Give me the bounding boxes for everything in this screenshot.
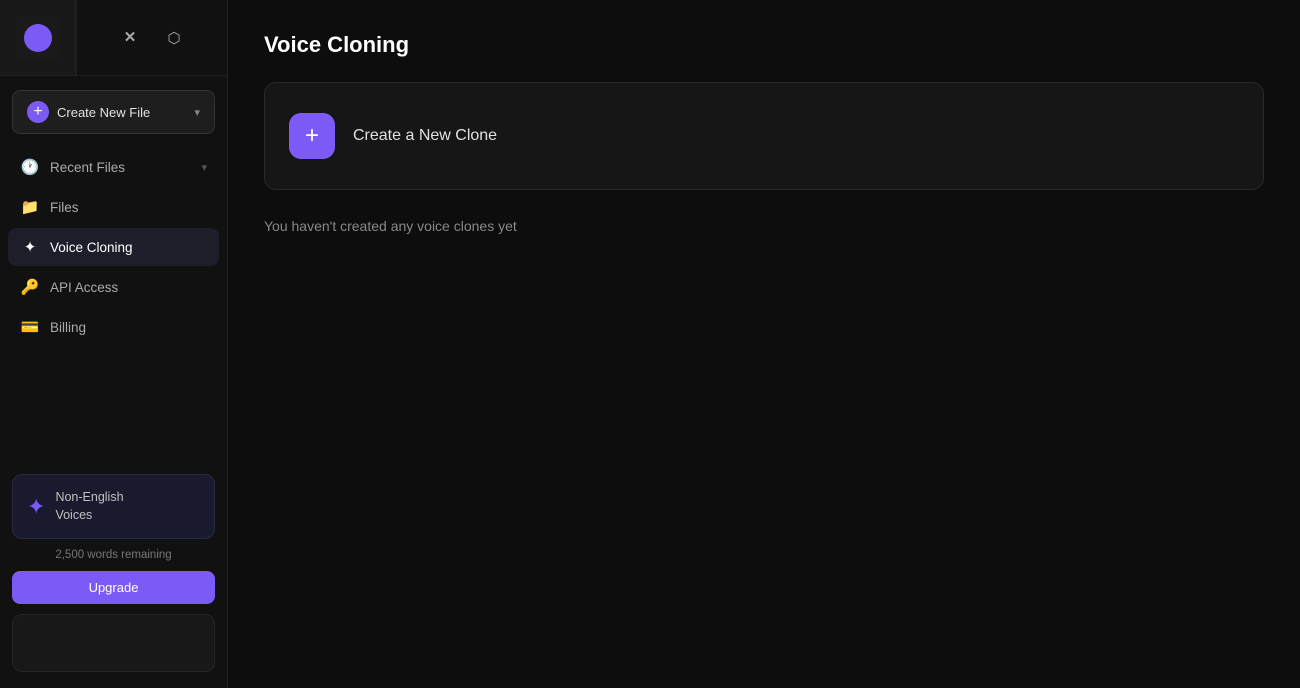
discord-icon: ⬡: [167, 29, 180, 47]
sidebar-item-recent-files[interactable]: 🕐 Recent Files ▾: [8, 148, 219, 186]
discord-button[interactable]: ⬡: [158, 22, 190, 54]
create-button-label: Create New File: [57, 105, 186, 120]
recent-files-label: Recent Files: [50, 160, 191, 175]
app-logo: [0, 0, 76, 76]
logo-inner: [24, 24, 52, 52]
non-english-voices-card[interactable]: ✦ Non-English Voices: [12, 474, 215, 539]
user-card[interactable]: [12, 614, 215, 672]
create-clone-card[interactable]: + Create a New Clone: [264, 82, 1264, 190]
api-access-label: API Access: [50, 280, 207, 295]
twitter-x-icon: ✕: [120, 28, 140, 48]
sidebar-top: ✕ ⬡: [0, 0, 227, 76]
words-remaining-label: 2,500 words remaining: [12, 549, 215, 561]
promo-text: Non-English Voices: [55, 489, 123, 524]
voice-cloning-icon: ✦: [20, 238, 40, 256]
sidebar-bottom: ✦ Non-English Voices 2,500 words remaini…: [0, 462, 227, 688]
upgrade-button[interactable]: Upgrade: [12, 571, 215, 604]
recent-files-icon: 🕐: [20, 158, 40, 176]
create-plus-icon: +: [27, 101, 49, 123]
social-row: ✕ ⬡: [98, 22, 206, 54]
sidebar-item-api-access[interactable]: 🔑 API Access: [8, 268, 219, 306]
recent-files-chevron-icon: ▾: [201, 161, 207, 174]
clone-plus-icon: +: [289, 113, 335, 159]
sidebar-nav: 🕐 Recent Files ▾ 📁 Files ✦ Voice Cloning…: [0, 148, 227, 346]
sidebar-item-billing[interactable]: 💳 Billing: [8, 308, 219, 346]
empty-state-message: You haven't created any voice clones yet: [264, 218, 1264, 234]
files-label: Files: [50, 200, 207, 215]
billing-label: Billing: [50, 320, 207, 335]
sidebar-item-files[interactable]: 📁 Files: [8, 188, 219, 226]
promo-icon: ✦: [27, 494, 45, 520]
sidebar-social-icons: ✕ ⬡: [76, 0, 227, 75]
twitter-button[interactable]: ✕: [114, 22, 146, 54]
voice-cloning-label: Voice Cloning: [50, 240, 207, 255]
sidebar: ✕ ⬡ + Create New File ▾ 🕐 Recent Files ▾…: [0, 0, 228, 688]
create-clone-label: Create a New Clone: [353, 127, 497, 145]
create-new-file-button[interactable]: + Create New File ▾: [12, 90, 215, 134]
api-access-icon: 🔑: [20, 278, 40, 296]
sidebar-item-voice-cloning[interactable]: ✦ Voice Cloning: [8, 228, 219, 266]
files-icon: 📁: [20, 198, 40, 216]
billing-icon: 💳: [20, 318, 40, 336]
main-content: Voice Cloning + Create a New Clone You h…: [228, 0, 1300, 688]
page-title: Voice Cloning: [264, 32, 1264, 58]
logo-box: [16, 16, 60, 60]
create-chevron-icon: ▾: [194, 106, 200, 119]
